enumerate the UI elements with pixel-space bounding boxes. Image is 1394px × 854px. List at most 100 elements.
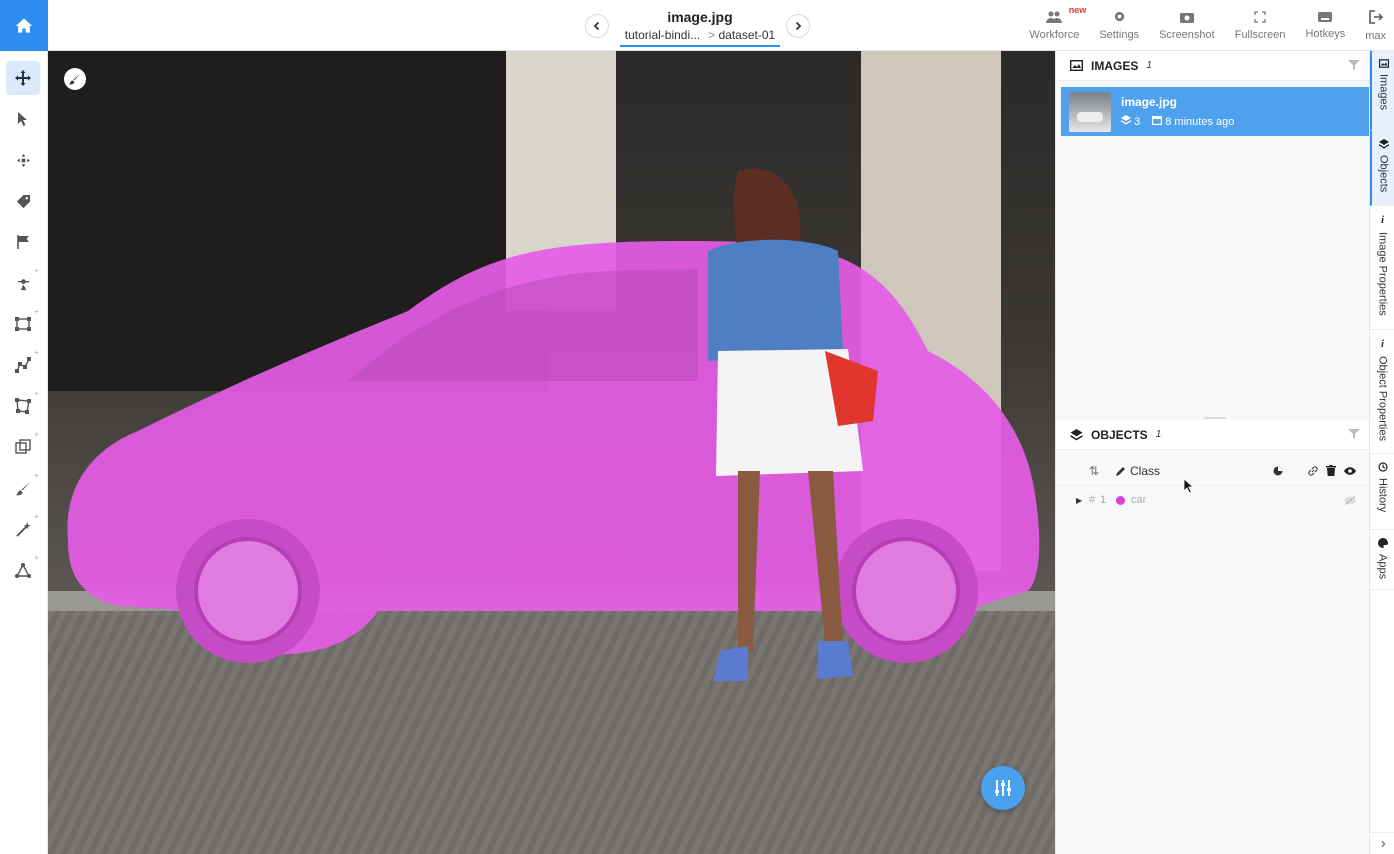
tab-object-properties[interactable]: i Object Properties [1370,330,1394,454]
plus-mark: + [34,430,39,439]
magic-wand-icon [15,521,31,537]
image-filters-button[interactable] [981,766,1025,810]
logout-icon [1368,9,1383,24]
layers-icon [1378,139,1389,149]
objects-count-value: 3 [1134,116,1141,128]
eye-slash-icon[interactable] [1344,495,1356,505]
brush-mode-button[interactable] [64,68,86,90]
polygon-tool[interactable]: + [6,389,40,423]
object-class-label: car [1131,494,1147,506]
brush-tool[interactable]: + [6,471,40,505]
image-time: 8 minutes ago [1152,115,1234,128]
chevron-right-icon [1380,840,1386,847]
workforce-button[interactable]: new Workforce [1019,0,1089,51]
tab-apps[interactable]: Apps [1370,530,1394,590]
breadcrumb-project[interactable]: tutorial-bindi... [625,28,700,42]
right-panel: IMAGES 1 image.jpg 3 8 minutes ago OBJEC… [1055,51,1370,854]
chevron-left-icon [593,21,600,31]
tab-apps-label: Apps [1376,554,1389,580]
images-count: 1 [1146,60,1152,71]
object-class: car [1116,494,1146,506]
tab-images[interactable]: Images [1370,51,1394,131]
tab-images-label: Images [1377,74,1390,111]
gear-icon [1114,11,1124,22]
smart-tool[interactable]: + [6,512,40,546]
cuboid-icon [15,439,31,454]
fullscreen-icon [1254,10,1266,23]
sliders-icon [995,780,1011,796]
info-icon: i [1380,338,1385,350]
fullscreen-button[interactable]: Fullscreen [1225,0,1296,51]
info-icon: i [1380,214,1385,226]
collapse-panel-button[interactable] [1370,832,1394,854]
pie-chart-icon[interactable] [1273,466,1283,476]
file-title-block: image.jpg tutorial-bindi... > dataset-01 [620,9,780,47]
breadcrumb: tutorial-bindi... > dataset-01 [620,28,780,47]
objects-table-header: ⇅ Class [1056,456,1370,486]
layers-icon [1121,115,1131,125]
home-button[interactable] [0,0,48,51]
previous-image-button[interactable] [585,14,609,38]
sort-icon[interactable]: ⇅ [1089,464,1099,478]
objects-panel-title: OBJECTS [1091,427,1148,442]
filter-icon[interactable] [1348,59,1360,71]
hotkeys-button[interactable]: Hotkeys [1295,0,1355,51]
tag-tool[interactable] [6,184,40,218]
link-icon[interactable] [1308,465,1318,476]
flag-icon [16,235,29,249]
tab-history[interactable]: History [1370,454,1394,530]
class-column-header[interactable]: Class [1116,464,1160,478]
filter-icon[interactable] [1348,428,1360,440]
image-thumbnail [1069,91,1111,132]
left-toolbar: + + + + + + + + [0,51,48,854]
keyboard-icon [1318,11,1333,22]
plus-mark: + [34,471,39,480]
objects-panel-header: OBJECTS 1 [1056,420,1370,450]
cursor-arrow-icon [18,112,27,126]
eye-icon[interactable] [1344,466,1356,475]
image-canvas[interactable] [48,51,1055,854]
user-menu-button[interactable]: max [1355,0,1394,51]
select-tool[interactable] [6,102,40,136]
point-icon [17,278,29,290]
panel-resize-handle[interactable] [1204,417,1226,419]
polyline-tool[interactable]: + [6,348,40,382]
cuboid-tool[interactable]: + [6,430,40,464]
user-label: max [1365,29,1386,42]
rectangle-tool[interactable]: + [6,307,40,341]
object-row[interactable]: ▶ # 1 car [1056,489,1370,511]
pan-tool[interactable] [6,143,40,177]
flag-tool[interactable] [6,225,40,259]
bounding-box-icon [15,317,31,331]
images-panel-header: IMAGES 1 [1056,51,1370,81]
object-index: 1 [1100,494,1107,506]
image-meta: 3 8 minutes ago [1121,115,1234,128]
tab-image-properties-label: Image Properties [1376,232,1389,316]
graph-tool[interactable]: + [6,553,40,587]
image-list-item[interactable]: image.jpg 3 8 minutes ago [1061,87,1370,136]
settings-button[interactable]: Settings [1089,0,1149,51]
next-image-button[interactable] [786,14,810,38]
tab-image-properties[interactable]: i Image Properties [1370,206,1394,330]
file-title: image.jpg [667,9,733,25]
pencil-icon [1116,466,1125,476]
polyline-icon [15,357,31,373]
calendar-icon [1152,116,1163,126]
polygon-icon [15,398,31,414]
trash-icon[interactable] [1326,465,1336,476]
palette-icon [1377,538,1388,548]
fullscreen-label: Fullscreen [1234,28,1286,41]
images-icon [1378,59,1389,68]
tab-object-properties-label: Object Properties [1376,356,1389,441]
breadcrumb-dataset[interactable]: > dataset-01 [708,28,775,42]
breadcrumb-separator: > [708,28,716,42]
mouse-cursor-icon [1183,478,1194,494]
point-tool[interactable]: + [6,266,40,300]
brush-icon [15,481,30,495]
workforce-icon [1046,11,1063,23]
move-tool[interactable] [6,61,40,95]
tab-objects[interactable]: Objects [1370,131,1394,206]
screenshot-button[interactable]: Screenshot [1149,0,1225,51]
expand-caret-icon[interactable]: ▶ [1076,496,1082,505]
tab-history-label: History [1376,478,1389,513]
